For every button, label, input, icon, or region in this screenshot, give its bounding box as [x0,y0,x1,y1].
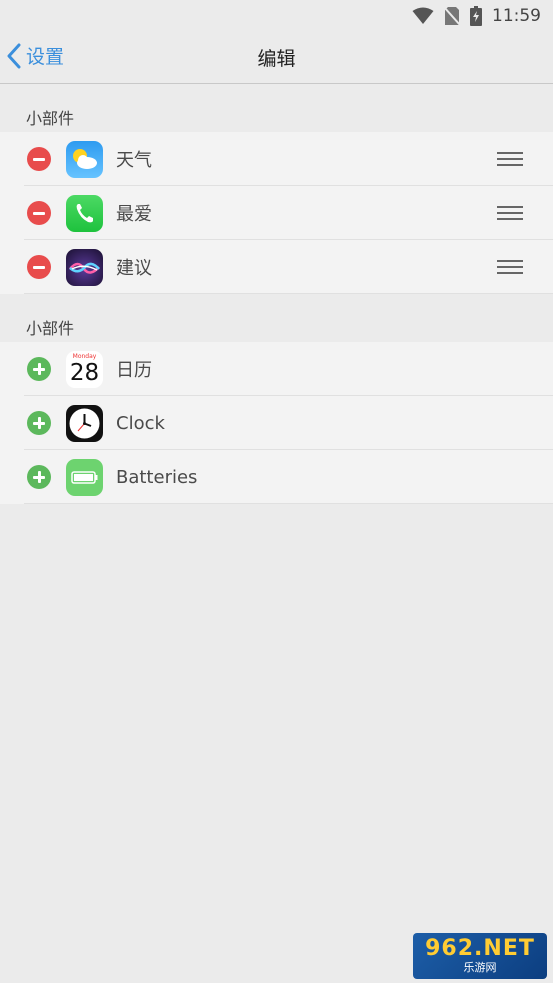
available-widgets-list: Monday 28 日历 Clock Batteries [0,342,553,504]
siri-icon [66,248,103,286]
list-item: 天气 [0,132,553,186]
weather-icon [66,140,103,178]
page-title: 编辑 [257,48,296,70]
list-item: 最爱 [0,186,553,240]
battery-icon [66,458,103,496]
calendar-icon: Monday 28 [66,350,103,388]
watermark-main: 962.NET [425,936,535,961]
section-header-active: 小部件 [26,109,75,128]
clock-icon [66,404,103,442]
reorder-handle[interactable] [497,152,523,166]
section-header-available: 小部件 [26,319,75,338]
list-item: 建议 [0,240,553,294]
add-button[interactable] [27,357,51,381]
item-label: 日历 [116,360,152,381]
no-sim-icon [444,6,460,26]
list-item: Clock [0,396,553,450]
list-item: Batteries [0,450,553,504]
reorder-handle[interactable] [497,206,523,220]
item-label: 建议 [116,258,152,279]
calendar-date: 28 [69,360,100,386]
navigation-bar: 设置 编辑 [0,32,553,84]
item-label: 最爱 [116,204,152,225]
phone-icon [66,194,103,232]
item-label: Clock [116,412,165,434]
watermark-sub: 乐游网 [463,961,497,974]
watermark-logo: 962.NET 乐游网 [413,933,547,979]
wifi-icon [412,7,434,24]
reorder-handle[interactable] [497,260,523,274]
remove-button[interactable] [27,255,51,279]
item-label: 天气 [116,150,152,171]
remove-button[interactable] [27,147,51,171]
add-button[interactable] [27,411,51,435]
active-widgets-list: 天气 最爱 建议 [0,132,553,294]
remove-button[interactable] [27,201,51,225]
status-time: 11:59 [492,6,541,26]
list-item: Monday 28 日历 [0,342,553,396]
item-label: Batteries [116,466,198,488]
status-bar: 11:59 [0,0,553,32]
add-button[interactable] [27,465,51,489]
battery-charging-icon [470,6,482,26]
